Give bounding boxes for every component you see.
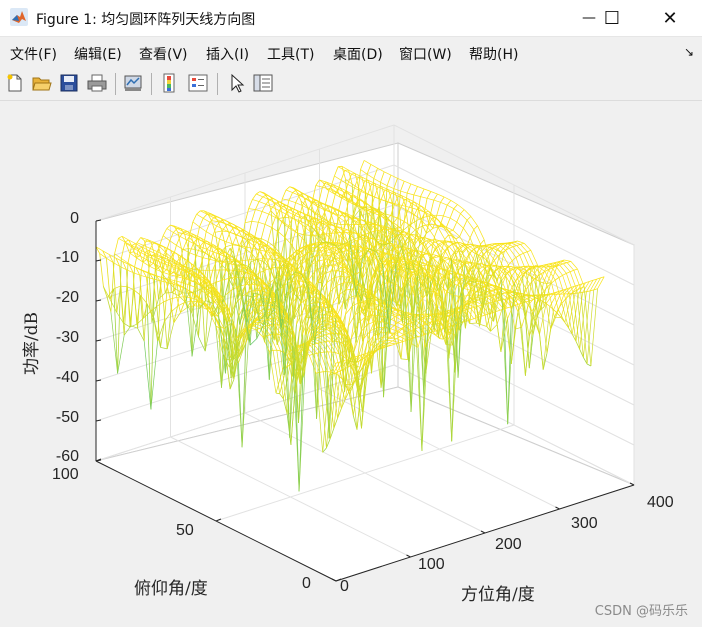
surface-edge bbox=[270, 333, 274, 336]
surface-edge bbox=[366, 297, 374, 299]
menu-bar: 文件(F) 编辑(E) 查看(V) 插入(I) 工具(T) 桌面(D) 窗口(W… bbox=[0, 37, 702, 67]
surface-edge bbox=[439, 338, 444, 340]
surface-edge bbox=[442, 315, 450, 317]
print-icon[interactable] bbox=[86, 72, 108, 94]
new-figure-icon[interactable] bbox=[4, 72, 26, 94]
toolbar bbox=[0, 68, 702, 101]
link-plot-icon[interactable] bbox=[122, 72, 144, 94]
toolbar-separator bbox=[151, 73, 152, 95]
surface-edge bbox=[390, 332, 398, 334]
menu-desktop[interactable]: 桌面(D) bbox=[333, 44, 383, 64]
surface-edge bbox=[257, 319, 265, 322]
matlab-logo-icon bbox=[10, 8, 28, 26]
menu-window[interactable]: 窗口(W) bbox=[399, 44, 452, 64]
menu-help[interactable]: 帮助(H) bbox=[469, 44, 518, 64]
window-title: Figure 1: 均匀圆环阵列天线方向图 bbox=[36, 12, 256, 28]
open-file-icon[interactable] bbox=[31, 72, 53, 94]
save-icon[interactable] bbox=[58, 72, 80, 94]
menu-file[interactable]: 文件(F) bbox=[10, 44, 57, 64]
surface-edge bbox=[327, 371, 331, 373]
maximize-button[interactable]: ☐ bbox=[589, 0, 635, 36]
menu-view[interactable]: 查看(V) bbox=[139, 44, 188, 64]
menu-insert[interactable]: 插入(I) bbox=[206, 44, 249, 64]
maximize-icon: ☐ bbox=[603, 7, 621, 29]
legend-icon[interactable] bbox=[187, 72, 209, 94]
toolbar-separator bbox=[115, 73, 116, 95]
surface-plot[interactable] bbox=[0, 101, 702, 627]
surface-edge bbox=[320, 351, 325, 353]
property-inspector-icon[interactable] bbox=[252, 72, 274, 94]
colorbar-icon[interactable] bbox=[160, 72, 182, 94]
toolbar-separator bbox=[217, 73, 218, 95]
pointer-icon[interactable] bbox=[226, 72, 248, 94]
menu-edit[interactable]: 编辑(E) bbox=[74, 44, 122, 64]
surface-edge bbox=[222, 260, 230, 263]
menu-tools[interactable]: 工具(T) bbox=[267, 44, 314, 64]
figure-canvas: 0 -10 -20 -30 -40 -50 -60 100 50 0 0 100… bbox=[0, 101, 702, 627]
close-icon: ✕ bbox=[662, 7, 678, 29]
surface-edge bbox=[324, 340, 329, 342]
close-button[interactable]: ✕ bbox=[647, 0, 693, 36]
surface-edge bbox=[304, 234, 312, 236]
menu-overflow-icon[interactable]: ↘ bbox=[684, 45, 694, 59]
title-bar: Figure 1: 均匀圆环阵列天线方向图 — ☐ ✕ bbox=[0, 0, 702, 37]
